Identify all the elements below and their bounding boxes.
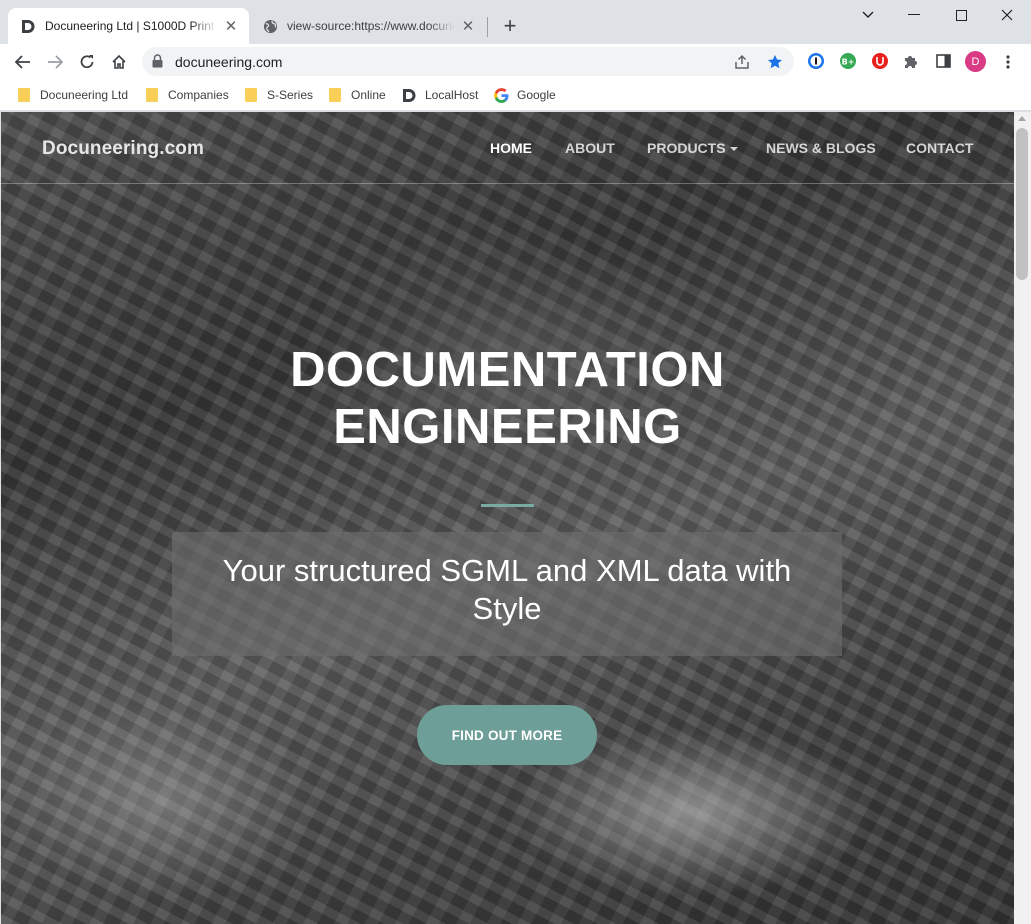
nav-contact[interactable]: CONTACT xyxy=(906,140,973,156)
new-tab-button[interactable]: + xyxy=(499,15,521,37)
1password-icon[interactable] xyxy=(806,51,826,71)
b-plus-icon[interactable]: B+ xyxy=(838,51,858,71)
tab-strip: Docuneering Ltd | S1000D Print & Publish… xyxy=(0,0,1031,44)
globe-icon xyxy=(262,18,278,34)
docuneering-d-icon xyxy=(20,18,36,34)
back-button[interactable] xyxy=(10,49,36,75)
minimize-icon[interactable] xyxy=(903,4,925,26)
bookmark-label: LocalHost xyxy=(425,88,479,102)
folder-icon xyxy=(243,87,259,103)
nav-home[interactable]: HOME xyxy=(490,140,532,156)
scroll-up-arrow-icon[interactable] xyxy=(1018,116,1026,121)
bookmarks-bar: Docuneering Ltd Companies S-Series Onlin… xyxy=(0,79,1031,111)
window-close-icon[interactable] xyxy=(996,4,1018,26)
hero-title-line-2: ENGINEERING xyxy=(333,400,682,454)
tab-view-source[interactable]: view-source:https://www.docuneering.com … xyxy=(250,8,486,44)
bookmark-google[interactable]: Google xyxy=(493,86,556,104)
browser-toolbar: docuneering.com B+ D xyxy=(0,44,1031,79)
bookmark-companies[interactable]: Companies xyxy=(144,86,229,104)
find-out-more-button[interactable]: FIND OUT MORE xyxy=(417,705,597,765)
lock-icon[interactable] xyxy=(152,54,163,73)
hero-title: DOCUMENTATION ENGINEERING xyxy=(1,342,1014,456)
puzzle-icon[interactable] xyxy=(901,51,921,71)
svg-text:B+: B+ xyxy=(842,58,855,67)
nav-products-label: PRODUCTS xyxy=(647,140,726,156)
url-text: docuneering.com xyxy=(175,54,283,70)
reload-button[interactable] xyxy=(74,49,100,75)
bookmark-label: Companies xyxy=(168,88,229,102)
page-viewport: Docuneering.com HOME ABOUT PRODUCTS NEWS… xyxy=(1,112,1014,924)
bookmark-label: S-Series xyxy=(267,88,314,102)
scroll-thumb[interactable] xyxy=(1016,128,1028,280)
nav-products[interactable]: PRODUCTS xyxy=(647,140,738,156)
tab-title: view-source:https://www.docuneering.com xyxy=(287,19,454,33)
tab-search-chevron-icon[interactable] xyxy=(857,4,879,26)
nav-news-blogs[interactable]: NEWS & BLOGS xyxy=(766,140,876,156)
maximize-icon[interactable] xyxy=(950,4,972,26)
shield-icon[interactable] xyxy=(870,51,890,71)
hero-tagline: Your structured SGML and XML data with S… xyxy=(222,553,792,626)
docuneering-d-icon xyxy=(401,87,417,103)
hero-divider xyxy=(481,504,534,507)
close-icon[interactable]: ✕ xyxy=(223,18,239,35)
share-icon[interactable] xyxy=(732,52,752,72)
site-navbar: Docuneering.com HOME ABOUT PRODUCTS NEWS… xyxy=(1,112,1014,184)
bookmark-docuneering-ltd[interactable]: Docuneering Ltd xyxy=(16,86,128,104)
bookmark-star-icon[interactable] xyxy=(765,52,785,72)
tab-separator xyxy=(487,17,488,37)
bookmark-online[interactable]: Online xyxy=(327,86,386,104)
folder-icon xyxy=(16,87,32,103)
bookmark-label: Online xyxy=(351,88,386,102)
bookmark-localhost[interactable]: LocalHost xyxy=(401,86,478,104)
address-bar[interactable]: docuneering.com xyxy=(142,47,794,76)
folder-icon xyxy=(327,87,343,103)
google-g-icon xyxy=(493,87,509,103)
tagline-box: Your structured SGML and XML data with S… xyxy=(172,532,842,656)
caret-down-icon xyxy=(729,147,738,152)
folder-icon xyxy=(144,87,160,103)
bookmark-label: Google xyxy=(517,88,556,102)
tab-docuneering[interactable]: Docuneering Ltd | S1000D Print & Publish… xyxy=(8,8,249,44)
home-button[interactable] xyxy=(106,49,132,75)
tab-title: Docuneering Ltd | S1000D Print & Publish… xyxy=(45,19,217,33)
hero-title-line-1: DOCUMENTATION xyxy=(290,343,725,397)
forward-button[interactable] xyxy=(42,49,68,75)
bookmark-s-series[interactable]: S-Series xyxy=(243,86,313,104)
profile-avatar[interactable]: D xyxy=(965,51,986,72)
more-menu-icon[interactable] xyxy=(1000,52,1016,72)
site-brand[interactable]: Docuneering.com xyxy=(42,138,204,160)
close-icon[interactable]: ✕ xyxy=(460,18,476,35)
side-panel-icon[interactable] xyxy=(933,51,953,71)
page-scrollbar[interactable] xyxy=(1014,112,1031,924)
nav-about[interactable]: ABOUT xyxy=(565,140,615,156)
bookmark-label: Docuneering Ltd xyxy=(40,88,129,102)
